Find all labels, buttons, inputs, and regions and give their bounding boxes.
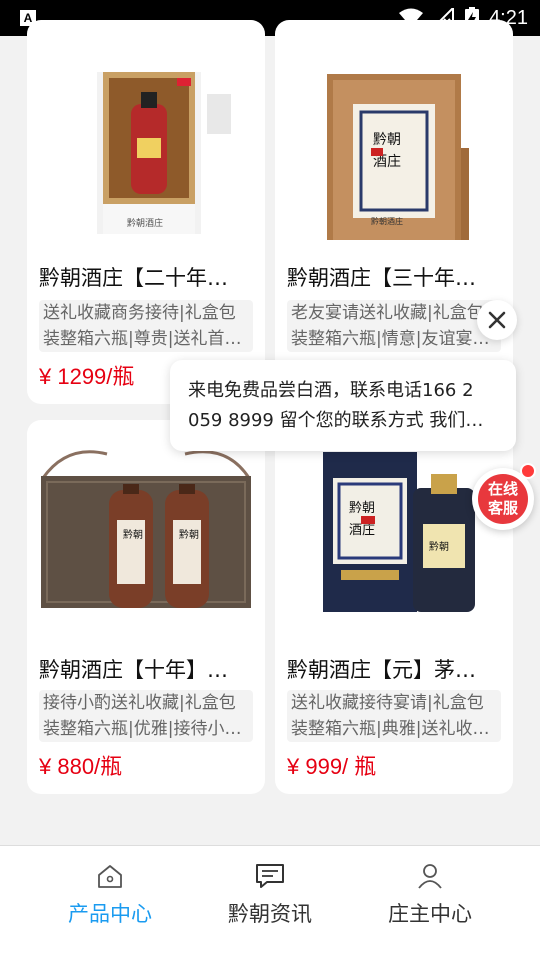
tab-label: 庄主中心 [388,902,472,926]
promo-popup[interactable]: 来电免费品尝白酒，联系电话166 2 059 8999 留个您的联系方式 我们… [170,360,516,451]
product-description: 老友宴请送礼收藏|礼盒包 装整箱六瓶|情意|友谊宴… [287,300,501,352]
home-icon [98,865,122,888]
product-price: ¥ 880/瓶 [39,754,123,779]
user-icon [418,864,442,889]
product-image: 黔朝 酒庄 黔朝 [275,420,513,640]
product-image: 黔朝 黔朝 [27,420,265,640]
popup-close-button[interactable] [477,300,517,340]
svg-text:黔朝酒庄: 黔朝酒庄 [371,216,403,226]
close-icon [488,311,506,329]
svg-text:酒庄: 酒庄 [349,522,375,538]
message-icon [256,864,284,888]
product-description: 送礼收藏接待宴请|礼盒包 装整箱六瓶|典雅|送礼收… [287,690,501,742]
tab-news[interactable]: 黔朝资讯 [190,862,350,928]
product-title[interactable]: 黔朝酒庄【元】茅… [287,654,501,684]
product-card[interactable]: 黔朝 黔朝 黔朝酒庄【十年】… 接待小酌送礼收藏|礼盒包 装整箱六瓶|优雅|接待… [27,420,265,794]
notification-dot [520,463,536,479]
product-price: ¥ 1299/瓶 [39,364,135,389]
product-title[interactable]: 黔朝酒庄【十年】… [39,654,253,684]
product-image: 黔朝酒庄 [27,20,265,240]
svg-text:黔朝: 黔朝 [373,132,401,148]
svg-text:黔朝: 黔朝 [123,528,143,541]
product-title[interactable]: 黔朝酒庄【三十年… [287,262,501,292]
product-card[interactable]: 黔朝 酒庄 黔朝酒庄 黔朝酒庄【三十年… 老友宴请送礼收藏|礼盒包 装整箱六瓶|… [275,20,513,404]
svg-text:黔朝: 黔朝 [429,540,449,553]
product-description: 接待小酌送礼收藏|礼盒包 装整箱六瓶|优雅|接待小… [39,690,253,742]
product-price: ¥ 999/ 瓶 [287,754,377,779]
svg-text:黔朝酒庄: 黔朝酒庄 [127,217,163,229]
product-image: 黔朝 酒庄 黔朝酒庄 [275,20,513,244]
product-card[interactable]: 黔朝 酒庄 黔朝 黔朝酒庄【元】茅… 送礼收藏接待宴请|礼盒包 装整箱六瓶|典雅… [275,420,513,794]
popup-text-line-1: 来电免费品尝白酒，联系电话166 2 [188,380,474,401]
product-card[interactable]: 黔朝酒庄 黔朝酒庄【二十年… 送礼收藏商务接待|礼盒包 装整箱六瓶|尊贵|送礼首… [27,20,265,404]
tab-owner-center[interactable]: 庄主中心 [350,862,510,928]
tab-label: 产品中心 [68,902,152,926]
tab-products[interactable]: 产品中心 [30,862,190,928]
cs-label-line-1: 在线 [487,480,518,498]
product-description: 送礼收藏商务接待|礼盒包 装整箱六瓶|尊贵|送礼首… [39,300,253,352]
svg-text:黔朝: 黔朝 [349,501,375,516]
product-title[interactable]: 黔朝酒庄【二十年… [39,262,253,292]
bottom-tab-bar: 产品中心 黔朝资讯 庄主中心 [0,845,540,960]
tab-label: 黔朝资讯 [228,902,312,926]
cs-label-line-2: 客服 [487,499,518,517]
svg-text:黔朝: 黔朝 [179,528,199,541]
popup-text-line-2: 059 8999 留个您的联系方式 我们… [188,410,484,431]
